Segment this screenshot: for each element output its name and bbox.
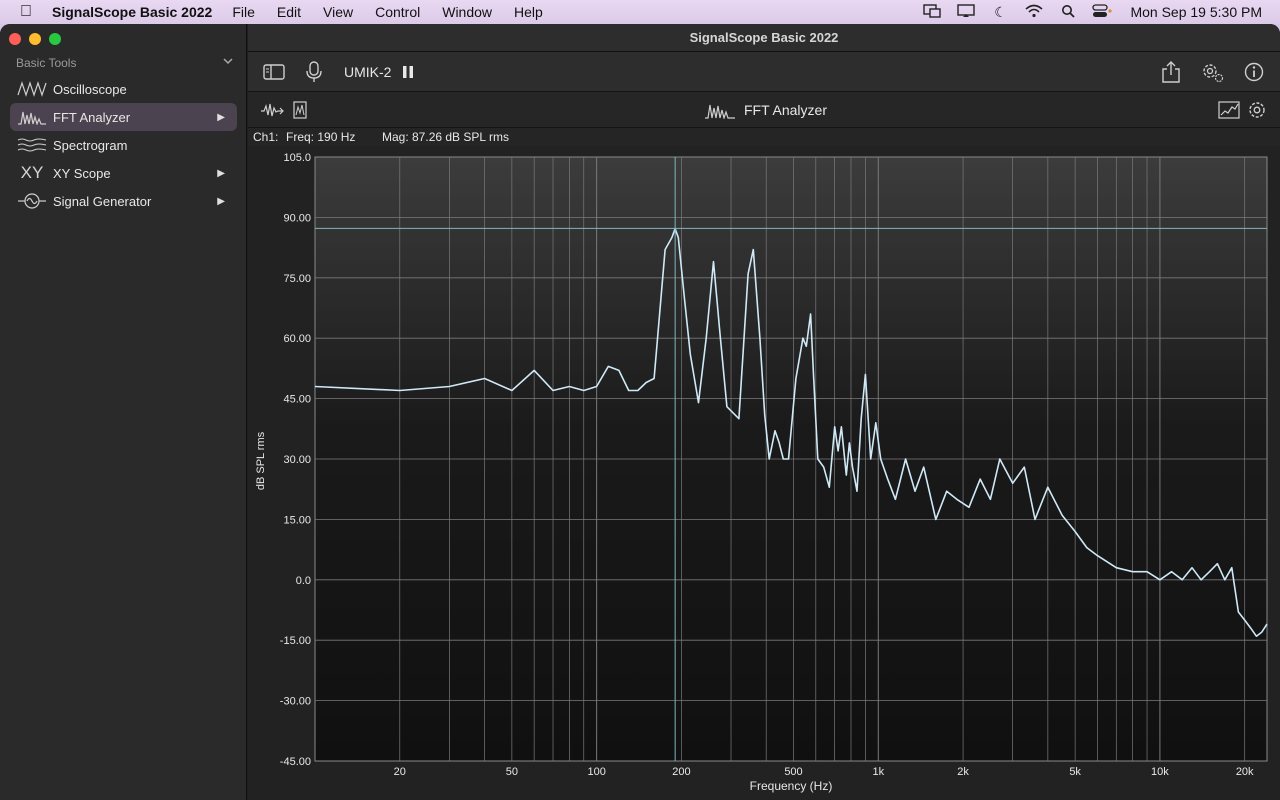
fft-icon xyxy=(15,107,49,127)
x-tick-label: 200 xyxy=(672,766,690,778)
y-tick-label: 0.0 xyxy=(296,575,311,587)
app-window: Basic Tools Oscilloscope FFT Analyzer ▶ … xyxy=(0,24,1280,800)
main-panel: SignalScope Basic 2022 UMIK-2 FFT Analyz… xyxy=(248,24,1280,800)
analyzer-header: FFT Analyzer xyxy=(248,92,1280,128)
fft-plot[interactable]: 105.0 90.00 75.00 60.00 45.00 30.00 15.00 0.0 -1… xyxy=(248,146,1280,800)
waveform-icon[interactable] xyxy=(260,98,284,122)
y-tick-label: 60.00 xyxy=(283,333,311,345)
window-minimize-button[interactable] xyxy=(29,33,41,45)
sidebar-item-xy-scope[interactable]: XY XY Scope ▶ xyxy=(10,159,237,187)
sidebar-section-label: Basic Tools xyxy=(16,56,77,70)
apple-menu-icon[interactable]:  xyxy=(0,3,52,21)
spectrum-data-icon[interactable] xyxy=(288,98,312,122)
info-icon[interactable] xyxy=(1242,60,1266,84)
sidebar-item-fft-analyzer[interactable]: FFT Analyzer ▶ xyxy=(10,103,237,131)
sidebar-toggle-icon[interactable] xyxy=(262,60,286,84)
y-tick-label: 30.00 xyxy=(283,454,311,466)
pause-icon[interactable] xyxy=(396,60,420,84)
control-center-icon[interactable] xyxy=(1092,4,1113,20)
play-arrow-icon[interactable]: ▶ xyxy=(217,168,225,179)
spectrogram-icon xyxy=(15,135,49,155)
sidebar-item-signal-generator[interactable]: Signal Generator ▶ xyxy=(10,187,237,215)
sidebar-item-label: Spectrogram xyxy=(53,137,128,153)
menu-view[interactable]: View xyxy=(323,4,353,20)
sidebar-item-spectrogram[interactable]: Spectrogram xyxy=(10,131,237,159)
menu-control[interactable]: Control xyxy=(375,4,420,20)
screen-mirroring-icon[interactable] xyxy=(922,4,942,20)
play-arrow-icon[interactable]: ▶ xyxy=(217,196,225,207)
fft-chart[interactable]: 105.0 90.00 75.00 60.00 45.00 30.00 15.00 0.0 -1… xyxy=(248,146,1280,800)
y-tick-label: -30.00 xyxy=(280,696,311,708)
window-zoom-button[interactable] xyxy=(49,33,61,45)
readout-channel: Ch1: xyxy=(253,130,279,144)
signal-generator-icon xyxy=(15,191,49,211)
x-tick-label: 5k xyxy=(1069,766,1081,778)
cursor-readout: Ch1: Freq: 190 Hz Mag: 87.26 dB SPL rms xyxy=(248,128,1280,146)
y-tick-label: 15.00 xyxy=(283,514,311,526)
display-icon[interactable] xyxy=(956,4,976,20)
wifi-icon[interactable] xyxy=(1024,4,1044,20)
menu-edit[interactable]: Edit xyxy=(277,4,301,20)
menu-window[interactable]: Window xyxy=(442,4,492,20)
toolbar: UMIK-2 xyxy=(248,52,1280,92)
y-axis-label: dB SPL rms xyxy=(255,431,267,490)
xy-icon: XY xyxy=(20,163,44,182)
sidebar-item-label: Signal Generator xyxy=(53,193,152,209)
menu-file[interactable]: File xyxy=(232,4,255,20)
y-tick-label: -15.00 xyxy=(280,635,311,647)
y-tick-label: 105.0 xyxy=(283,152,311,164)
sidebar-item-label: XY Scope xyxy=(53,165,111,181)
menu-help[interactable]: Help xyxy=(514,4,543,20)
chart-options-icon[interactable] xyxy=(1217,98,1241,122)
x-tick-label: 20k xyxy=(1236,766,1254,778)
sidebar-item-label: FFT Analyzer xyxy=(53,109,131,125)
app-menu[interactable]: SignalScope Basic 2022 xyxy=(52,4,212,20)
x-tick-label: 100 xyxy=(587,766,605,778)
y-tick-label: 75.00 xyxy=(283,273,311,285)
x-tick-label: 1k xyxy=(872,766,884,778)
oscilloscope-icon xyxy=(15,79,49,99)
sidebar-section-header[interactable]: Basic Tools xyxy=(16,56,234,70)
focus-moon-icon[interactable]: ☾ xyxy=(990,4,1010,20)
sidebar-item-oscilloscope[interactable]: Oscilloscope xyxy=(10,75,237,103)
input-device-label[interactable]: UMIK-2 xyxy=(344,64,391,80)
window-close-button[interactable] xyxy=(9,33,21,45)
play-arrow-icon[interactable]: ▶ xyxy=(217,112,225,123)
x-tick-label: 500 xyxy=(784,766,802,778)
x-tick-label: 20 xyxy=(394,766,406,778)
menu-bar:  SignalScope Basic 2022 File Edit View … xyxy=(0,0,1280,24)
sidebar: Basic Tools Oscilloscope FFT Analyzer ▶ … xyxy=(0,24,247,800)
readout-frequency: Freq: 190 Hz xyxy=(286,130,356,144)
window-title: SignalScope Basic 2022 xyxy=(248,24,1280,52)
x-tick-label: 50 xyxy=(506,766,518,778)
y-tick-label: 45.00 xyxy=(283,394,311,406)
menubar-clock[interactable]: Mon Sep 19 5:30 PM xyxy=(1130,4,1262,20)
sidebar-item-label: Oscilloscope xyxy=(53,81,127,97)
x-tick-label: 10k xyxy=(1151,766,1169,778)
analyzer-title: FFT Analyzer xyxy=(744,102,827,118)
microphone-icon[interactable] xyxy=(302,60,326,84)
fft-icon xyxy=(704,98,736,122)
x-axis-label: Frequency (Hz) xyxy=(750,779,833,793)
chevron-down-icon[interactable] xyxy=(222,55,234,69)
y-tick-label: 90.00 xyxy=(283,212,311,224)
share-icon[interactable] xyxy=(1159,60,1183,84)
readout-magnitude: Mag: 87.26 dB SPL rms xyxy=(382,130,509,144)
y-tick-label: -45.00 xyxy=(280,756,311,768)
x-tick-label: 2k xyxy=(957,766,969,778)
spotlight-search-icon[interactable] xyxy=(1058,4,1078,20)
analyzer-settings-icon[interactable] xyxy=(1245,98,1269,122)
settings-gear-icon[interactable] xyxy=(1200,60,1224,84)
